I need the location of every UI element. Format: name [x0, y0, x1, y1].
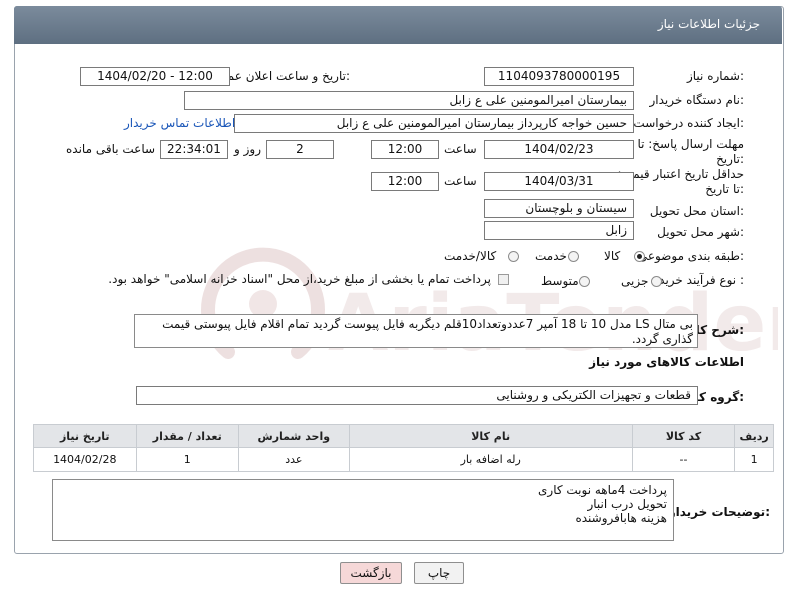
category-radio-goods-service[interactable]: [508, 251, 519, 262]
cell-qty: 1: [135, 447, 240, 472]
panel-title: جزئیات اطلاعات نیاز: [657, 17, 760, 31]
cell-name: رله اضافه بار: [348, 447, 633, 472]
days-label: روز و: [234, 142, 261, 156]
province-label: استان محل تحویل:: [649, 204, 744, 218]
col-date: تاریخ نیاز: [33, 424, 137, 448]
items-header-row: ردیف کد کالا نام کالا واحد شمارش تعداد /…: [33, 424, 774, 448]
buyer-note-line: هزینه هابافروشنده: [575, 511, 667, 525]
col-code: کد کالا: [631, 424, 736, 448]
purchase-type-label: نوع فرآیند خرید :: [659, 273, 744, 287]
cell-unit: عدد: [238, 447, 350, 472]
category-label: طبقه بندی موضوعی:: [637, 249, 744, 263]
requester-field: حسین خواجه کارپرداز بیمارستان امیرالمومن…: [234, 114, 634, 133]
col-unit: واحد شمارش: [238, 424, 350, 448]
category-option-goods: کالا: [604, 249, 621, 263]
need-number-field: 1104093780000195: [484, 67, 634, 86]
purchase-radio-medium[interactable]: [579, 276, 590, 287]
price-validity-time-label: ساعت: [444, 174, 477, 188]
remaining-time-field: 22:34:01: [160, 140, 228, 159]
category-radio-goods[interactable]: [634, 251, 645, 262]
treasury-note: پرداخت تمام یا بخشی از مبلغ خرید،از محل …: [108, 272, 491, 286]
print-button[interactable]: چاپ: [414, 562, 464, 584]
description-field: بی متال LS مدل 10 تا 18 آمپر 7عددوتعداد1…: [134, 314, 698, 348]
treasury-checkbox[interactable]: [498, 274, 509, 285]
purchase-radio-minor[interactable]: [651, 276, 662, 287]
response-deadline-label: مهلت ارسال پاسخ: تا تاریخ:: [637, 137, 744, 166]
cell-row: 1: [734, 447, 774, 472]
items-table: ردیف کد کالا نام کالا واحد شمارش تعداد /…: [33, 424, 774, 472]
response-date-field: 1404/02/23: [484, 140, 634, 159]
buyer-notes-label: توضیحات خریدار:: [668, 505, 770, 519]
city-field: زابل: [484, 221, 634, 240]
buyer-notes-field: پرداخت 4ماهه نوبت کاری تحویل درب انبار ه…: [52, 479, 674, 541]
announce-datetime-field: 1404/02/20 - 12:00: [80, 67, 230, 86]
province-field: سیستان و بلوچستان: [484, 199, 634, 218]
goods-group-field: قطعات و تجهیزات الکتریکی و روشنایی: [136, 386, 698, 405]
category-radio-service[interactable]: [568, 251, 579, 262]
panel-header: جزئیات اطلاعات نیاز: [14, 6, 782, 44]
remaining-label: ساعت باقی مانده: [66, 142, 156, 156]
price-validity-time-field: 12:00: [371, 172, 439, 191]
need-number-label: شماره نیاز:: [686, 69, 744, 83]
buyer-note-line: تحویل درب انبار: [587, 497, 667, 511]
col-name: نام کالا: [348, 424, 633, 448]
response-time-field: 12:00: [371, 140, 439, 159]
buyer-org-field: بیمارستان امیرالمومنین علی ع زابل: [184, 91, 634, 110]
city-label: شهر محل تحویل:: [657, 225, 744, 239]
cell-date: 1404/02/28: [33, 447, 137, 472]
requester-label: ایجاد کننده درخواست:: [633, 116, 744, 130]
price-validity-date-field: 1404/03/31: [484, 172, 634, 191]
buyer-note-line: پرداخت 4ماهه نوبت کاری: [538, 483, 667, 497]
items-section-title: اطلاعات کالاهای مورد نیاز: [589, 355, 744, 369]
cell-code: --: [631, 447, 736, 472]
buyer-contact-link[interactable]: اطلاعات تماس خریدار: [124, 116, 235, 130]
category-option-goods-service: کالا/خدمت: [444, 249, 497, 263]
response-time-label: ساعت: [444, 142, 477, 156]
category-option-service: خدمت: [535, 249, 567, 263]
purchase-option-medium: متوسط: [541, 274, 579, 288]
back-button[interactable]: بازگشت: [340, 562, 402, 584]
col-qty: تعداد / مقدار: [135, 424, 240, 448]
table-row: 1 -- رله اضافه بار عدد 1 1404/02/28: [33, 447, 774, 472]
col-row: ردیف: [734, 424, 774, 448]
days-field: 2: [266, 140, 334, 159]
buyer-org-label: نام دستگاه خریدار:: [649, 93, 745, 107]
purchase-option-minor: جزیی: [621, 274, 649, 288]
